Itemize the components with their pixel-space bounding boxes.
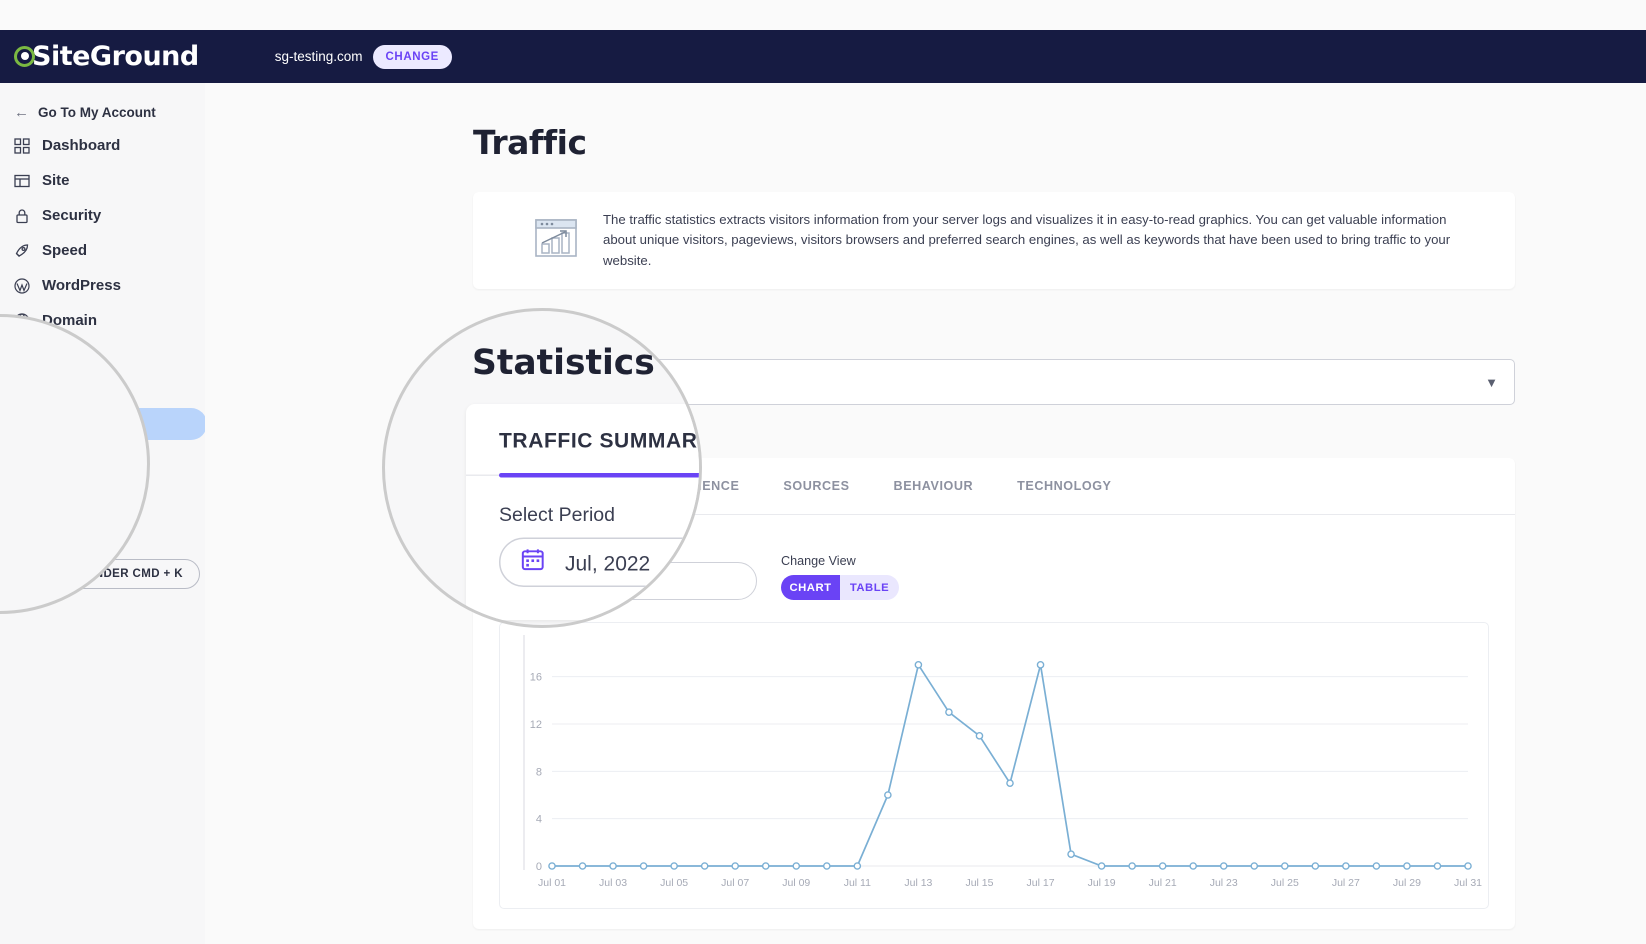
sidebar-label-speed: Speed bbox=[42, 242, 88, 259]
svg-text:Jul 29: Jul 29 bbox=[1393, 877, 1421, 889]
tab-sources[interactable]: SOURCES bbox=[761, 458, 871, 515]
lens-select-period-value: Jul, 2022 bbox=[565, 550, 651, 575]
sidebar-item-security[interactable]: Security bbox=[0, 198, 205, 233]
arrow-left-icon: ← bbox=[14, 104, 29, 121]
svg-text:Jul 13: Jul 13 bbox=[904, 877, 932, 889]
current-domain-label: sg-testing.com bbox=[274, 49, 363, 64]
svg-text:Jul 31: Jul 31 bbox=[1454, 877, 1482, 889]
lens-select-period-input[interactable]: Jul, 2022 bbox=[499, 537, 699, 587]
info-banner-text: The traffic statistics extracts visitors… bbox=[603, 212, 1451, 268]
svg-text:Jul 17: Jul 17 bbox=[1027, 877, 1055, 889]
magnifier-lens-statistics: Statistics TRAFFIC SUMMARY Select Period bbox=[382, 308, 702, 628]
siteground-logo-mark bbox=[14, 46, 35, 67]
sidebar-item-speed[interactable]: Speed bbox=[0, 233, 205, 268]
page-title: Traffic bbox=[473, 123, 587, 162]
select-domain-label: Select Domain bbox=[473, 326, 1646, 345]
svg-text:16: 16 bbox=[530, 672, 542, 684]
svg-text:Jul 25: Jul 25 bbox=[1271, 877, 1299, 889]
svg-text:Jul 21: Jul 21 bbox=[1149, 877, 1177, 889]
sidebar-item-wordpress[interactable]: WordPress bbox=[0, 268, 205, 303]
sidebar-item-go-to-my-account[interactable]: ← Go To My Account bbox=[0, 97, 205, 128]
top-navigation-bar: SiteGround sg-testing.com CHANGE bbox=[0, 30, 1646, 83]
svg-text:Jul 01: Jul 01 bbox=[538, 877, 566, 889]
tab-technology[interactable]: TECHNOLOGY bbox=[995, 458, 1133, 515]
svg-text:4: 4 bbox=[536, 814, 542, 826]
lock-icon bbox=[14, 208, 30, 224]
traffic-chart[interactable]: 0 4 8 12 16 Jul 01 Jul 03 Jul 05 Jul 07 Jul 09 Jul… bbox=[499, 622, 1489, 910]
siteground-logo[interactable]: SiteGround bbox=[14, 41, 199, 72]
change-domain-button[interactable]: CHANGE bbox=[372, 44, 452, 69]
svg-text:8: 8 bbox=[536, 767, 542, 779]
view-toggle-chart[interactable]: CHART bbox=[781, 575, 840, 601]
change-view-group: Change View CHART TABLE bbox=[781, 554, 899, 601]
lens-active-tab-underline bbox=[499, 473, 699, 478]
sidebar-label-site: Site bbox=[42, 172, 70, 189]
current-domain-area: sg-testing.com CHANGE bbox=[274, 44, 452, 69]
sidebar-item-dashboard[interactable]: Dashboard bbox=[0, 128, 205, 163]
svg-text:Jul 11: Jul 11 bbox=[844, 877, 871, 889]
svg-text:Jul 09: Jul 09 bbox=[782, 877, 810, 889]
svg-text:Jul 07: Jul 07 bbox=[721, 877, 749, 889]
wordpress-icon bbox=[14, 277, 30, 294]
rocket-icon bbox=[14, 243, 30, 259]
view-toggle: CHART TABLE bbox=[781, 575, 899, 601]
lens-select-period-label: Select Period bbox=[499, 503, 615, 526]
app-root: SiteGround sg-testing.com CHANGE ← Go To… bbox=[0, 0, 1646, 944]
svg-text:Jul 15: Jul 15 bbox=[965, 877, 993, 889]
grid-icon bbox=[14, 137, 30, 154]
calendar-icon bbox=[521, 547, 545, 577]
sidebar-label-security: Security bbox=[42, 207, 102, 224]
svg-text:Jul 03: Jul 03 bbox=[599, 877, 627, 889]
tab-behaviour[interactable]: BEHAVIOUR bbox=[872, 458, 996, 515]
go-to-my-account-label: Go To My Account bbox=[38, 105, 156, 120]
svg-text:Jul 23: Jul 23 bbox=[1210, 877, 1238, 889]
siteground-logo-text: SiteGround bbox=[32, 41, 199, 72]
chart-report-icon bbox=[535, 219, 577, 262]
svg-text:12: 12 bbox=[530, 719, 542, 731]
browser-icon bbox=[14, 173, 30, 189]
traffic-line-chart-svg: 0 4 8 12 16 Jul 01 Jul 03 Jul 05 Jul 07 Jul 09 Jul… bbox=[523, 635, 1482, 889]
svg-text:Jul 05: Jul 05 bbox=[660, 877, 688, 889]
chevron-down-icon: ▼ bbox=[1485, 374, 1498, 390]
lens-tab-traffic-summary[interactable]: TRAFFIC SUMMARY bbox=[499, 427, 699, 451]
svg-text:Jul 19: Jul 19 bbox=[1088, 877, 1116, 889]
svg-text:Jul 27: Jul 27 bbox=[1332, 877, 1360, 889]
sidebar-label-wordpress: WordPress bbox=[42, 277, 121, 294]
view-toggle-table[interactable]: TABLE bbox=[840, 575, 899, 601]
change-view-label: Change View bbox=[781, 554, 856, 569]
sidebar-label-dashboard: Dashboard bbox=[42, 137, 121, 154]
info-banner: The traffic statistics extracts visitors… bbox=[473, 192, 1515, 290]
svg-text:0: 0 bbox=[536, 861, 542, 873]
lens-statistics-content: Statistics TRAFFIC SUMMARY Select Period bbox=[436, 344, 699, 620]
sidebar-item-site[interactable]: Site bbox=[0, 163, 205, 198]
lens-statistics-heading: Statistics bbox=[472, 344, 655, 383]
